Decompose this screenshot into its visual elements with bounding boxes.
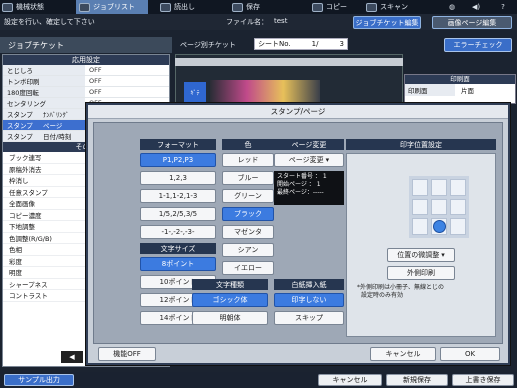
job-list-icon: [79, 2, 90, 12]
print-side-header: 印刷面: [405, 75, 515, 84]
section-applied-settings: 応用設定: [3, 55, 169, 65]
error-check-button[interactable]: エラーチェック: [444, 38, 512, 52]
color-option-red[interactable]: レッド: [222, 153, 274, 167]
print-side-value: 片面: [461, 87, 474, 95]
position-cell[interactable]: [412, 179, 428, 196]
color-option-cyan[interactable]: シアン: [222, 243, 274, 257]
help-icon[interactable]: ?: [496, 0, 510, 14]
print-side-label: 印刷面: [405, 84, 455, 96]
tab-read[interactable]: 読出し: [160, 0, 216, 14]
instruction-text: 設定を行い、確定して下さい: [4, 18, 95, 26]
image-page-edit-tab[interactable]: 画像ページ編集: [432, 16, 512, 29]
row-binding-margin[interactable]: とじしろ OFF: [3, 65, 169, 76]
note-line-1: *外側印刷は小冊子、無線とじの: [357, 284, 445, 291]
sheet-number-field[interactable]: シートNo. 1/ 3: [254, 38, 348, 50]
machine-status-icon: [2, 2, 13, 12]
tab-save[interactable]: 保存: [232, 0, 284, 14]
page-thumbnail-selected[interactable]: ｷﾞﾃ: [184, 82, 206, 102]
fine-adjust-button[interactable]: 位置の微調整 ▾: [387, 248, 455, 262]
font-option-gothic[interactable]: ゴシック体: [192, 293, 268, 307]
font-option-mincho[interactable]: 明朝体: [192, 311, 268, 325]
font-type-header: 文字種類: [192, 279, 268, 290]
scan-icon: [366, 2, 377, 12]
color-header: 色: [222, 139, 274, 150]
note-line-2: 設定時のみ有効: [361, 292, 404, 299]
function-off-button[interactable]: 機能OFF: [98, 347, 156, 361]
position-grid[interactable]: [409, 176, 469, 238]
page-change-header: ページ変更: [274, 139, 344, 150]
row-crop-marks[interactable]: トンボ印刷 OFF: [3, 76, 169, 87]
scroll-left-button[interactable]: ◀: [61, 351, 83, 363]
job-ticket-edit-tab[interactable]: ジョブチケット編集: [353, 16, 421, 29]
preview-scrollbar[interactable]: [175, 58, 403, 66]
new-save-button[interactable]: 新規保存: [386, 374, 448, 386]
font-size-header: 文字サイズ: [140, 243, 216, 254]
job-ticket-title: ジョブチケット: [0, 37, 172, 53]
format-option-1-1[interactable]: 1-1,1-2,1-3: [140, 189, 216, 203]
position-cell[interactable]: [412, 198, 428, 216]
read-icon: [160, 2, 171, 12]
dropdown-arrow-icon: ▾: [325, 156, 330, 164]
copy-icon: [312, 2, 323, 12]
tab-copy[interactable]: コピー: [312, 0, 362, 14]
stamp-page-dialog: スタンプ/ページ フォーマット P1,P2,P3 1,2,3 1-1,1-2,1…: [86, 103, 510, 365]
blank-option-skip[interactable]: スキップ: [274, 311, 344, 325]
save-icon: [232, 2, 243, 12]
speaker-icon[interactable]: ◀): [470, 0, 482, 14]
message-bar: 設定を行い、確定して下さい ファイル名： test ジョブチケット編集 画像ペー…: [0, 14, 517, 30]
sample-output-button[interactable]: サンプル出力: [4, 374, 74, 386]
position-cell-selected[interactable]: [431, 218, 447, 235]
top-menu-bar: 機械状態 ジョブリスト 読出し 保存 コピー スキャン ◍ ◀) ?: [0, 0, 517, 14]
print-position-area: 位置の微調整 ▾ 外側印刷 *外側印刷は小冊子、無線とじの 設定時のみ有効: [346, 153, 496, 337]
tab-job-list[interactable]: ジョブリスト: [76, 0, 148, 14]
format-option-p1p2p3[interactable]: P1,P2,P3: [140, 153, 216, 167]
file-name-label: ファイル名：: [226, 18, 268, 26]
dialog-body: フォーマット P1,P2,P3 1,2,3 1-1,1-2,1-3 1/5,2/…: [93, 122, 503, 344]
dialog-title: スタンプ/ページ: [88, 105, 508, 119]
position-cell[interactable]: [450, 218, 466, 235]
blank-insert-header: 白紙挿入紙: [274, 279, 344, 290]
position-cell[interactable]: [450, 198, 466, 216]
file-name-value: test: [274, 17, 288, 25]
position-cell[interactable]: [450, 179, 466, 196]
print-position-header: 印字位置設定: [346, 139, 496, 150]
blank-option-no-print[interactable]: 印字しない: [274, 293, 344, 307]
format-option-123[interactable]: 1,2,3: [140, 171, 216, 185]
format-option-dash[interactable]: -1-,-2-,-3-: [140, 225, 216, 239]
color-option-green[interactable]: グリーン: [222, 189, 274, 203]
print-side-panel: 印刷面 印刷面 片面: [404, 74, 516, 104]
tab-machine-status[interactable]: 機械状態: [2, 0, 70, 14]
format-header: フォーマット: [140, 139, 216, 150]
page-thumbnail-strip: [210, 80, 320, 102]
position-cell[interactable]: [431, 179, 447, 196]
globe-icon[interactable]: ◍: [446, 0, 458, 14]
position-cell[interactable]: [412, 218, 428, 235]
dialog-ok-button[interactable]: OK: [440, 347, 500, 361]
page-counter-box: スタート番号 ： 1 開始ページ ： 1 最終ページ：-----: [274, 171, 344, 205]
position-marker-icon: [432, 220, 446, 234]
color-option-magenta[interactable]: マゼンタ: [222, 225, 274, 239]
cancel-button[interactable]: キャンセル: [318, 374, 382, 386]
row-rotate-180[interactable]: 180度回転 OFF: [3, 87, 169, 98]
size-option-8pt[interactable]: 8ポイント: [140, 257, 216, 271]
outside-print-button[interactable]: 外側印刷: [387, 266, 455, 280]
color-option-blue[interactable]: ブルー: [222, 171, 274, 185]
color-option-black[interactable]: ブラック: [222, 207, 274, 221]
bottom-bar: サンプル出力 キャンセル 新規保存 上書き保存: [0, 372, 517, 388]
tab-scan[interactable]: スキャン: [366, 0, 426, 14]
page-ticket-label: ページ別チケット: [180, 41, 236, 49]
color-option-yellow[interactable]: イエロー: [222, 261, 274, 275]
dialog-cancel-button[interactable]: キャンセル: [370, 347, 436, 361]
dropdown-arrow-icon: ▾: [441, 251, 445, 259]
overwrite-save-button[interactable]: 上書き保存: [452, 374, 514, 386]
format-option-fraction[interactable]: 1/5,2/5,3/5: [140, 207, 216, 221]
page-change-button[interactable]: ページ変更 ▾: [274, 153, 344, 167]
position-cell[interactable]: [431, 198, 447, 216]
